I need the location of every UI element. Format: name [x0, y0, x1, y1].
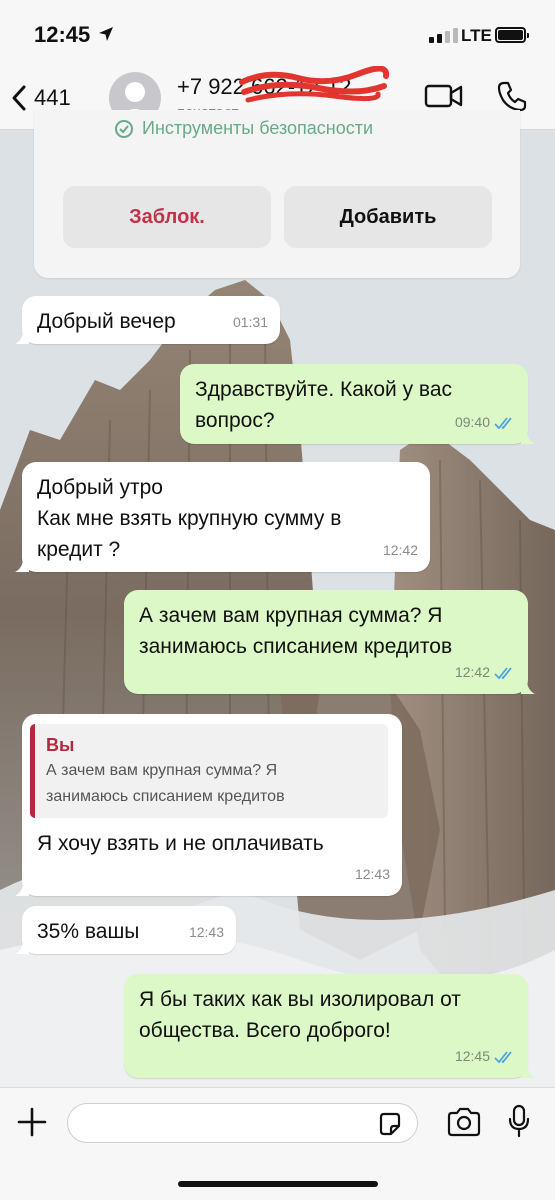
message-text: Добрый утро Как мне взять крупную сумму …: [37, 476, 342, 561]
add-contact-button[interactable]: Добавить: [284, 186, 492, 248]
message-input[interactable]: [67, 1103, 418, 1143]
voice-message-button[interactable]: [507, 1104, 531, 1143]
message-bubble-outgoing[interactable]: Здравствуйте. Какой у вас вопрос? 09:40: [180, 364, 535, 444]
message-text: Я хочу взять и не оплачивать: [37, 832, 324, 855]
message-bubble-incoming-reply[interactable]: Вы А зачем вам крупная сумма? Я занимаюс…: [15, 714, 402, 896]
bubble-tail: [15, 940, 29, 954]
bubble-tail: [15, 330, 29, 344]
message-time: 09:40: [454, 414, 490, 430]
message-text: Добрый вечер: [37, 310, 176, 333]
phone-icon: [497, 81, 527, 112]
security-tools-label: Инструменты безопасности: [142, 118, 374, 138]
message-text: Я бы таких как вы изолировал от общества…: [139, 988, 461, 1042]
double-check-icon: [494, 416, 512, 429]
message-bubble-incoming[interactable]: Добрый вечер 01:31: [15, 296, 280, 344]
video-camera-icon: [424, 84, 463, 108]
status-bar: 12:45 LTE: [0, 0, 555, 64]
attach-button[interactable]: [15, 1105, 49, 1144]
microphone-icon: [508, 1104, 530, 1138]
security-tools-row[interactable]: Инструменты безопасности: [114, 118, 373, 139]
quoted-author: Вы: [46, 735, 75, 755]
unread-chats-count: 441: [34, 85, 71, 110]
bubble-tail: [521, 1064, 535, 1078]
chevron-left-icon: [12, 85, 26, 111]
unknown-contact-card: Инструменты безопасности Заблок. Добавит…: [34, 110, 520, 278]
signal-strength-icon: [429, 28, 458, 43]
message-time: 01:31: [232, 314, 268, 330]
bubble-tail: [15, 882, 29, 896]
message-text: А зачем вам крупная сумма? Я занимаюсь с…: [139, 604, 453, 658]
bubble-tail: [521, 680, 535, 694]
message-time: 12:42: [454, 664, 490, 680]
bubble-tail: [15, 558, 29, 572]
double-check-icon: [494, 1050, 512, 1063]
message-bubble-outgoing[interactable]: Я бы таких как вы изолировал от общества…: [124, 974, 535, 1078]
sticker-icon: [379, 1112, 401, 1136]
home-indicator[interactable]: [178, 1181, 378, 1187]
message-time: 12:42: [382, 542, 418, 558]
message-time: 12:43: [188, 924, 224, 940]
quoted-text: А зачем вам крупная сумма? Я занимаюсь с…: [46, 762, 285, 805]
message-bubble-incoming[interactable]: Добрый утро Как мне взять крупную сумму …: [15, 462, 430, 572]
bubble-tail: [521, 430, 535, 444]
network-type: LTE: [461, 26, 492, 45]
location-arrow-icon: [99, 27, 113, 41]
sticker-button[interactable]: [377, 1111, 403, 1142]
redaction-scribble: [239, 66, 390, 103]
double-check-icon: [494, 666, 512, 679]
shield-check-icon: [115, 119, 133, 138]
battery-icon: [495, 27, 529, 43]
message-time: 12:43: [354, 866, 390, 882]
message-bubble-outgoing[interactable]: А зачем вам крупная сумма? Я занимаюсь с…: [124, 590, 535, 694]
message-bubble-incoming[interactable]: 35% вашы 12:43: [15, 906, 236, 954]
quoted-message[interactable]: Вы А зачем вам крупная сумма? Я занимаюс…: [30, 724, 388, 818]
block-button[interactable]: Заблок.: [63, 186, 271, 248]
camera-icon: [447, 1107, 481, 1137]
camera-button[interactable]: [446, 1107, 482, 1142]
status-time: 12:45: [34, 22, 91, 47]
plus-icon: [17, 1107, 47, 1137]
message-time: 12:45: [454, 1048, 490, 1064]
